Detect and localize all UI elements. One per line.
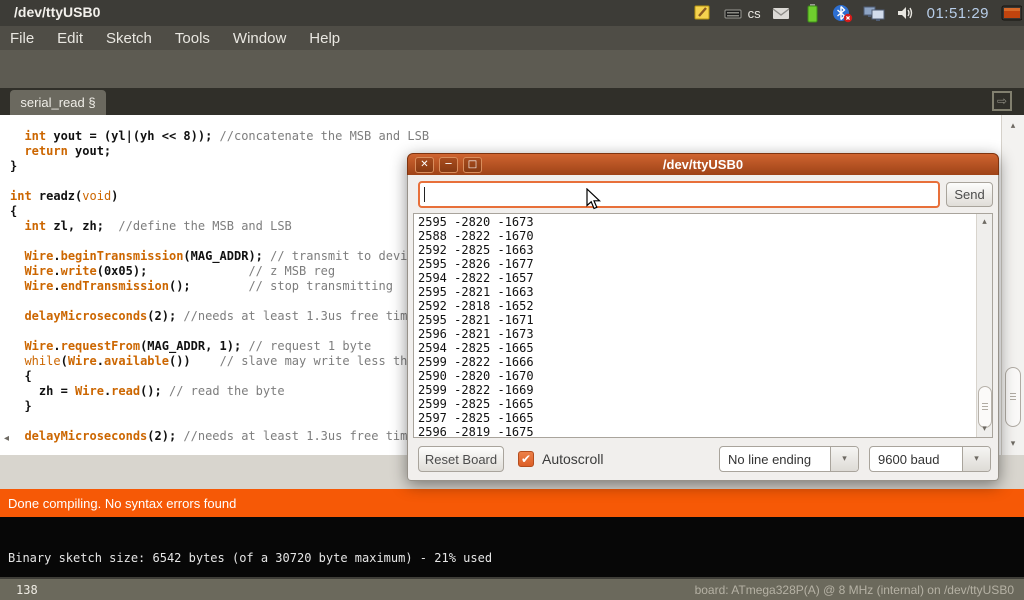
code-line: [10, 174, 429, 189]
code-text: int yout = (yl|(yh << 8)); //concatenate…: [10, 129, 429, 444]
dropdown-arrow-icon[interactable]: ▾: [962, 447, 990, 471]
code-line: int zl, zh; //define the MSB and LSB: [10, 219, 429, 234]
mouse-cursor: [586, 188, 602, 217]
serial-output-line: 2596 -2821 -1673: [418, 327, 534, 341]
scroll-up-icon[interactable]: ▴: [977, 217, 992, 227]
menubar: File Edit Sketch Tools Window Help: [0, 26, 1024, 50]
scroll-down-icon[interactable]: ▾: [1002, 439, 1024, 449]
code-line: delayMicroseconds(2); //needs at least 1…: [10, 309, 429, 324]
editor-scrollbar-thumb[interactable]: [1005, 367, 1021, 427]
serial-window-body: Send 2595 -2820 -16732588 -2822 -1670259…: [407, 175, 999, 481]
network-icon[interactable]: [863, 3, 885, 23]
system-tray: cs 01:51:29: [691, 0, 1022, 26]
editor-scrollbar[interactable]: ▴ ▾: [1001, 115, 1024, 455]
menu-item-file[interactable]: File: [10, 30, 34, 47]
code-line: }: [10, 399, 429, 414]
code-line: {: [10, 204, 429, 219]
serial-output-line: 2592 -2818 -1652: [418, 299, 534, 313]
bluetooth-icon[interactable]: [832, 3, 854, 23]
compile-status-bar: Done compiling. No syntax errors found: [0, 489, 1024, 517]
code-line: return yout;: [10, 144, 429, 159]
code-line: [10, 324, 429, 339]
power-icon[interactable]: [1000, 3, 1022, 23]
code-line: zh = Wire.read(); // read the byte: [10, 384, 429, 399]
menu-item-tools[interactable]: Tools: [175, 30, 210, 47]
code-line: while(Wire.available()) // slave may wri…: [10, 354, 429, 369]
window-title: /dev/ttyUSB0: [14, 4, 100, 20]
serial-output-line: 2595 -2821 -1663: [418, 285, 534, 299]
serial-output-line: 2594 -2825 -1665: [418, 341, 534, 355]
code-line: Wire.requestFrom(MAG_ADDR, 1); // reques…: [10, 339, 429, 354]
build-console: Binary sketch size: 6542 bytes (of a 307…: [0, 517, 1024, 577]
statusbar: 138 board: ATmega328P(A) @ 8 MHz (intern…: [0, 577, 1024, 600]
tab-strip: serial_read § ⇨: [0, 88, 1024, 115]
serial-output-line: 2590 -2820 -1670: [418, 369, 534, 383]
compile-status-message: Done compiling. No syntax errors found: [8, 496, 236, 511]
serial-output-line: 2592 -2825 -1663: [418, 243, 534, 257]
serial-output-line: 2597 -2825 -1665: [418, 411, 534, 425]
menu-item-window[interactable]: Window: [233, 30, 286, 47]
menu-item-help[interactable]: Help: [309, 30, 340, 47]
clock[interactable]: 01:51:29: [927, 5, 989, 22]
code-line: int readz(void): [10, 189, 429, 204]
battery-icon[interactable]: [801, 3, 823, 23]
code-line: [10, 234, 429, 249]
keyboard-icon[interactable]: [722, 3, 744, 23]
serial-monitor-window: ✕ ─ □ /dev/ttyUSB0 Send 2595 -2820 -1673…: [407, 153, 999, 481]
serial-output-line: 2594 -2822 -1657: [418, 271, 534, 285]
reset-board-button[interactable]: Reset Board: [418, 446, 504, 472]
scroll-down-icon[interactable]: ▾: [977, 424, 992, 434]
menu-item-sketch[interactable]: Sketch: [106, 30, 152, 47]
serial-output-line: 2595 -2821 -1671: [418, 313, 534, 327]
serial-output-line: 2595 -2820 -1673: [418, 215, 534, 229]
scroll-up-icon[interactable]: ▴: [1002, 121, 1024, 131]
send-button[interactable]: Send: [946, 182, 993, 207]
autoscroll-checkbox[interactable]: ✔: [518, 451, 534, 467]
autoscroll-label: Autoscroll: [542, 451, 603, 467]
keyboard-layout-label[interactable]: cs: [748, 6, 761, 21]
code-line: [10, 414, 429, 429]
menu-item-edit[interactable]: Edit: [57, 30, 83, 47]
serial-output-line: 2599 -2822 -1666: [418, 355, 534, 369]
note-icon[interactable]: [691, 3, 713, 23]
tab-menu-button[interactable]: ⇨: [992, 91, 1012, 111]
tab-serial-read[interactable]: serial_read §: [10, 90, 106, 115]
serial-send-input[interactable]: [418, 181, 940, 208]
console-output: Binary sketch size: 6542 bytes (of a 307…: [8, 551, 492, 565]
code-line: int yout = (yl|(yh << 8)); //concatenate…: [10, 129, 429, 144]
cursor-line-number: 138: [16, 583, 38, 597]
baud-rate-dropdown[interactable]: 9600 baud ▾: [869, 446, 991, 472]
serial-output-line: 2596 -2819 -1675: [418, 425, 534, 439]
code-line: }: [10, 159, 429, 174]
line-ending-dropdown[interactable]: No line ending ▾: [719, 446, 859, 472]
serial-window-titlebar[interactable]: ✕ ─ □ /dev/ttyUSB0: [407, 153, 999, 176]
hscroll-left-arrow-icon[interactable]: ◂: [4, 433, 9, 444]
serial-output-lines: 2595 -2820 -16732588 -2822 -16702592 -28…: [418, 215, 534, 439]
code-line: Wire.endTransmission(); // stop transmit…: [10, 279, 429, 294]
text-caret: [424, 187, 425, 202]
volume-icon[interactable]: [894, 3, 916, 23]
desktop: /dev/ttyUSB0 cs 01:51:: [0, 0, 1024, 600]
board-info: board: ATmega328P(A) @ 8 MHz (internal) …: [695, 583, 1014, 597]
serial-output-line: 2595 -2826 -1677: [418, 257, 534, 271]
serial-window-title: /dev/ttyUSB0: [408, 157, 998, 172]
code-line: {: [10, 369, 429, 384]
serial-controls-row: Reset Board ✔ Autoscroll No line ending …: [408, 445, 998, 473]
code-line: [10, 294, 429, 309]
tab-menu-icon: ⇨: [997, 94, 1007, 108]
serial-output-area: 2595 -2820 -16732588 -2822 -16702592 -28…: [413, 213, 993, 438]
serial-output-line: 2599 -2825 -1665: [418, 397, 534, 411]
code-line: Wire.write(0x05); // z MSB reg: [10, 264, 429, 279]
serial-scrollbar-thumb[interactable]: [978, 386, 992, 428]
check-icon: ✔: [521, 452, 531, 466]
toolbar: ▷ ⇧ ⇩ ⇨: [0, 50, 1024, 88]
code-line: delayMicroseconds(2); //needs at least 1…: [10, 429, 429, 444]
serial-output-line: 2588 -2822 -1670: [418, 229, 534, 243]
system-titlebar: /dev/ttyUSB0 cs 01:51:: [0, 0, 1024, 26]
serial-scrollbar[interactable]: ▴ ▾: [976, 214, 992, 437]
mail-icon[interactable]: [770, 3, 792, 23]
dropdown-arrow-icon[interactable]: ▾: [830, 447, 858, 471]
serial-output-line: 2599 -2822 -1669: [418, 383, 534, 397]
code-line: Wire.beginTransmission(MAG_ADDR); // tra…: [10, 249, 429, 264]
